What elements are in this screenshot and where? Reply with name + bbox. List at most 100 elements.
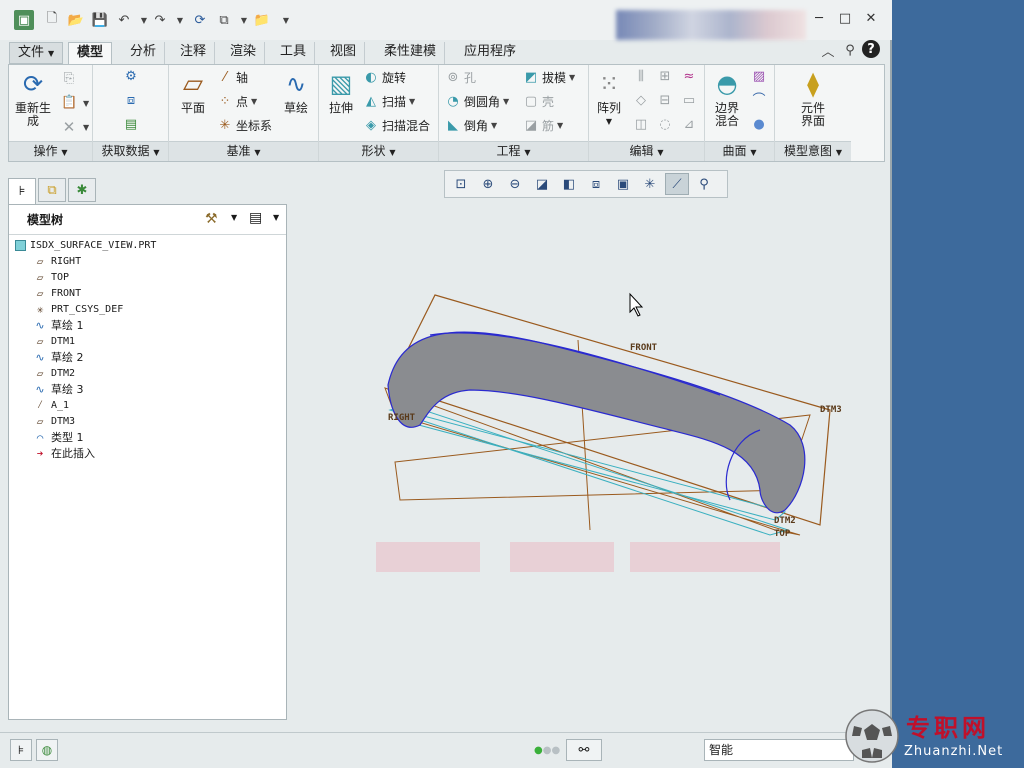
new-icon[interactable]: 🗋 (42, 10, 62, 30)
regenerate-button[interactable]: ⟳ 重新生成 (13, 69, 53, 128)
model-tree-tab[interactable]: ⊧ (8, 178, 36, 204)
merge-button[interactable]: ⊞ (657, 69, 676, 85)
boundary-blend-button[interactable]: ◓ 边界混合 (709, 69, 745, 128)
open-icon[interactable]: 📂 (66, 10, 86, 30)
toggle-browser-button[interactable]: ◍ (36, 739, 58, 761)
tree-item[interactable]: ⁄ A_1 (33, 397, 69, 413)
component-interface-button[interactable]: ⧫ 元件界面 (791, 69, 835, 128)
offset-button[interactable]: ⊟ (657, 93, 676, 109)
spin-center-button[interactable]: ⚲ (692, 173, 716, 195)
folder-browser-tab[interactable]: ⧉ (38, 178, 66, 202)
point-button[interactable]: ⁘ 点 ▼ (217, 93, 258, 110)
intersect-button[interactable]: ▭ (681, 93, 700, 109)
sphere-button[interactable]: ● (751, 117, 770, 133)
group-label-get-data[interactable]: 获取数据 ▼ (93, 141, 168, 161)
hole-button[interactable]: ⊚ 孔 (445, 69, 476, 86)
collapse-ribbon-icon[interactable]: ︿ (818, 40, 838, 60)
sketch-button[interactable]: ∿ 草绘 (281, 69, 311, 115)
show-icon[interactable]: ▤ (249, 210, 262, 226)
group-label-engineering[interactable]: 工程 ▼ (439, 141, 588, 161)
user-defined-feature-button[interactable]: ⚙ (123, 69, 142, 85)
tab-model[interactable]: 模型 (68, 42, 113, 64)
close-button[interactable]: ✕ (860, 10, 882, 28)
thicken-button[interactable]: ◌ (657, 117, 676, 133)
tree-item[interactable]: ⌒ 类型 1 (33, 429, 84, 445)
tree-item[interactable]: ▱ DTM3 (33, 413, 75, 429)
round-button[interactable]: ◔ 倒圆角 ▼ (445, 93, 509, 110)
selection-filter-dropdown[interactable]: 智能 (704, 739, 854, 761)
swept-blend-button[interactable]: ◈ 扫描混合 (363, 117, 430, 134)
maximize-button[interactable]: □ (834, 10, 856, 28)
tree-item[interactable]: ∿ 草绘 3 (33, 381, 83, 397)
settings-icon[interactable]: ⚒ (205, 211, 218, 227)
tree-item[interactable]: ∿ 草绘 2 (33, 349, 83, 365)
tree-item[interactable]: ∿ 草绘 1 (33, 317, 83, 333)
toggle-navigator-button[interactable]: ⊧ (10, 739, 32, 761)
pattern-button[interactable]: ⁙ 阵列 ▼ (593, 69, 625, 128)
chevron-down-icon[interactable]: ▼ (273, 213, 279, 222)
tab-render[interactable]: 渲染 (222, 42, 266, 64)
mirror-button[interactable]: ⫼ (633, 69, 652, 85)
shrinkwrap-button[interactable]: ▤ (123, 117, 142, 133)
folder-icon[interactable]: 📁 (252, 10, 272, 30)
group-label-model-intent[interactable]: 模型意图 ▼ (775, 141, 851, 161)
tree-item[interactable]: ▱ TOP (33, 269, 69, 285)
tree-item[interactable]: ▱ FRONT (33, 285, 81, 301)
style-button[interactable]: ⌒ (751, 93, 770, 109)
tab-file[interactable]: 文件 ▼ (9, 42, 64, 64)
revolve-button[interactable]: ◐ 旋转 (363, 69, 406, 86)
chevron-down-icon[interactable]: ▼ (231, 213, 237, 222)
copy-geometry-button[interactable]: ⧈ (123, 93, 142, 109)
redo-dropdown-icon[interactable]: ▼ (170, 10, 190, 30)
graphics-viewport[interactable]: FRONT RIGHT DTM3 DTM2 TOP (290, 200, 885, 728)
copy-button[interactable]: ⎘ (61, 71, 80, 87)
saved-orientations-button[interactable]: ⧈ (584, 173, 608, 195)
help-icon[interactable]: ? (862, 40, 880, 58)
shell-button[interactable]: ▢ 壳 (523, 93, 554, 110)
group-label-shapes[interactable]: 形状 ▼ (319, 141, 438, 161)
redo-icon[interactable]: ↷ (150, 10, 170, 30)
minimize-button[interactable]: ─ (808, 10, 830, 28)
csys-button[interactable]: ✳ 坐标系 (217, 117, 272, 134)
tree-item[interactable]: ▱ DTM2 (33, 365, 75, 381)
axis-button[interactable]: ⁄ 轴 (217, 69, 248, 86)
group-label-operations[interactable]: 操作 ▼ (9, 141, 92, 161)
rib-button[interactable]: ◪ 筋 ▼ (523, 117, 563, 134)
sweep-button[interactable]: ◭ 扫描 ▼ (363, 93, 415, 110)
zoom-out-button[interactable]: ⊖ (503, 173, 527, 195)
plane-button[interactable]: ▱ 平面 (177, 69, 209, 115)
solidify-button[interactable]: ⊿ (681, 117, 700, 133)
tab-tools[interactable]: 工具 (272, 42, 316, 64)
tab-view[interactable]: 视图 (322, 42, 366, 64)
tree-item[interactable]: ▱ RIGHT (33, 253, 81, 269)
windows-dropdown-icon[interactable]: ▼ (234, 10, 254, 30)
save-icon[interactable]: 💾 (90, 10, 110, 30)
draft-button[interactable]: ◩ 拔模 ▼ (523, 69, 575, 86)
trim-button[interactable]: ≈ (681, 69, 700, 85)
tree-item[interactable]: ➔ 在此插入 (33, 445, 95, 461)
tab-applications[interactable]: 应用程序 (456, 42, 524, 64)
customize-icon[interactable]: ▼ (276, 10, 296, 30)
annotation-display-button[interactable]: ⟋ (665, 173, 689, 195)
tree-item[interactable]: ▱ DTM1 (33, 333, 75, 349)
tree-item[interactable]: ✳ PRT_CSYS_DEF (33, 301, 124, 317)
zoom-in-button[interactable]: ⊕ (476, 173, 500, 195)
repaint-button[interactable]: ◪ (530, 173, 554, 195)
display-style-button[interactable]: ◧ (557, 173, 581, 195)
tab-analysis[interactable]: 分析 (122, 42, 166, 64)
search-icon[interactable]: ⚲ (840, 40, 860, 60)
windows-icon[interactable]: ⧉ (214, 10, 234, 30)
delete-button[interactable]: ✕ ▼ (61, 119, 89, 135)
view-manager-button[interactable]: ▣ (611, 173, 635, 195)
tab-annotate[interactable]: 注释 (172, 42, 216, 64)
tab-flexible-modeling[interactable]: 柔性建模 (376, 42, 446, 64)
regenerate-icon[interactable]: ⟳ (190, 10, 210, 30)
refit-button[interactable]: ⊡ (449, 173, 473, 195)
paste-button[interactable]: 📋 ▼ (61, 95, 89, 111)
find-button[interactable]: ⚯ (566, 739, 602, 761)
group-label-editing[interactable]: 编辑 ▼ (589, 141, 704, 161)
freestyle-button[interactable]: ▨ (751, 69, 770, 85)
extend-button[interactable]: ◇ (633, 93, 652, 109)
undo-icon[interactable]: ↶ (114, 10, 134, 30)
project-button[interactable]: ◫ (633, 117, 652, 133)
